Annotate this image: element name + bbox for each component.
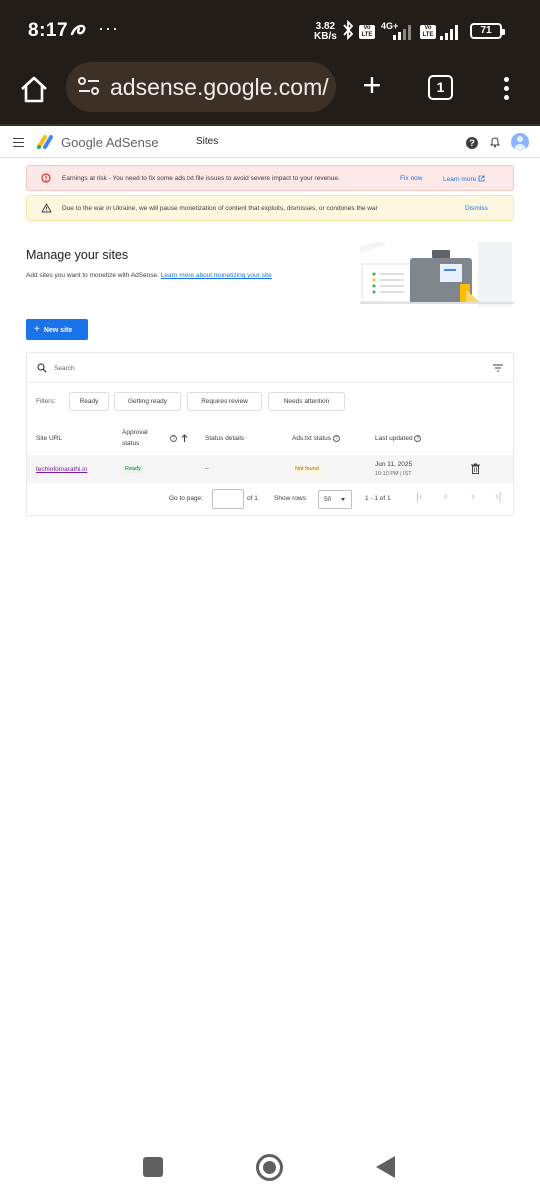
airtel-icon xyxy=(70,24,86,36)
range-label: 1 - 1 of 1 xyxy=(365,495,391,502)
last-page-icon[interactable]: ›| xyxy=(495,492,502,503)
browser-toolbar: adsense.google.com/ + 1 xyxy=(0,62,540,126)
clock: 8:17 xyxy=(28,20,69,41)
column-header-last-updated[interactable]: Last updated ? xyxy=(375,433,422,444)
site-settings-icon[interactable] xyxy=(78,76,100,96)
learn-more-link[interactable]: Learn more xyxy=(443,175,485,183)
last-updated-help-icon[interactable]: ? xyxy=(414,434,422,442)
network-speed: 3.82 KB/s xyxy=(314,22,337,42)
adsense-header: Google AdSense Sites ? xyxy=(0,128,540,158)
avatar[interactable] xyxy=(511,133,529,151)
learn-more-label: Learn more xyxy=(443,176,477,183)
search-input[interactable]: Search xyxy=(54,365,75,372)
page-title: Sites xyxy=(196,136,219,147)
volte-icon-2: Vo LTE xyxy=(420,25,436,39)
sites-illustration xyxy=(360,242,514,306)
overflow-notifications-icon: ··· xyxy=(98,18,119,38)
delete-icon[interactable] xyxy=(471,463,480,474)
external-link-icon xyxy=(478,175,485,182)
last-updated-date: Jun 11, 2025 xyxy=(375,461,413,468)
sort-ascending-icon[interactable] xyxy=(181,434,188,442)
help-icon[interactable]: ? xyxy=(466,137,478,149)
tab-count: 1 xyxy=(436,79,445,95)
fix-now-link[interactable]: Fix now xyxy=(400,175,422,182)
column-header-site-url[interactable]: Site URL xyxy=(36,433,62,444)
notifications-icon[interactable] xyxy=(490,136,500,148)
filter-chip-getting-ready[interactable]: Getting ready xyxy=(114,392,181,411)
show-rows-label: Show rows: xyxy=(274,495,308,502)
page-count: of 1 xyxy=(247,495,258,502)
back-button[interactable] xyxy=(376,1156,395,1178)
recent-apps-button[interactable] xyxy=(143,1157,163,1177)
brand-name: Google AdSense xyxy=(61,135,159,150)
home-icon[interactable] xyxy=(18,74,50,106)
section-description: Add sites you want to monetize with AdSe… xyxy=(26,272,272,279)
signal-icon-2 xyxy=(440,25,458,40)
rows-per-page-value: 50 xyxy=(324,496,332,503)
menu-icon[interactable] xyxy=(13,138,24,147)
dismiss-button[interactable]: Dismiss xyxy=(465,205,488,212)
table-row[interactable]: techinfomarathi.in Ready – Not found Jun… xyxy=(27,455,513,483)
search-icon xyxy=(37,363,47,373)
new-site-button[interactable]: + New site xyxy=(26,319,88,340)
signal-icon xyxy=(393,25,411,40)
column-header-ads-txt-status[interactable]: Ads.txt status ? xyxy=(292,433,340,444)
learn-more-monetizing-link[interactable]: Learn more about monetizing your site xyxy=(161,272,272,279)
ukraine-notice-banner: Due to the war in Ukraine, we will pause… xyxy=(26,195,514,221)
browser-menu-button[interactable] xyxy=(498,74,514,104)
ads-txt-help-icon[interactable]: ? xyxy=(332,434,340,442)
go-to-page-label: Go to page: xyxy=(169,495,203,502)
address-bar[interactable]: adsense.google.com/ xyxy=(66,62,336,112)
warning-icon xyxy=(41,203,52,213)
column-header-status-details[interactable]: Status details xyxy=(205,433,244,444)
site-url-link[interactable]: techinfomarathi.in xyxy=(36,466,87,473)
description-text: Add sites you want to monetize with AdSe… xyxy=(26,272,159,279)
last-updated-time: 10:10 PM | IST xyxy=(375,471,412,477)
sites-table: Search Filters: Ready Getting ready Requ… xyxy=(26,352,514,516)
tab-switcher-button[interactable]: 1 xyxy=(428,75,453,100)
section-title: Manage your sites xyxy=(26,248,129,262)
column-header-approval-status[interactable]: Approval status xyxy=(122,427,162,449)
first-page-icon[interactable]: |‹ xyxy=(416,492,423,503)
filter-icon[interactable] xyxy=(493,364,503,372)
status-details-cell: – xyxy=(205,465,209,472)
volte-icon: Vo LTE xyxy=(359,25,375,39)
filters-label: Filters: xyxy=(36,398,56,405)
bluetooth-icon xyxy=(343,20,354,40)
new-tab-button[interactable]: + xyxy=(356,69,388,102)
error-icon xyxy=(41,173,51,183)
new-site-label: New site xyxy=(43,327,73,334)
approval-help-icon[interactable]: ? xyxy=(170,433,177,444)
battery-icon: 71 xyxy=(470,23,505,39)
adsense-logo xyxy=(37,135,53,149)
filter-chip-ready[interactable]: Ready xyxy=(69,392,109,411)
warning-banner-text: Due to the war in Ukraine, we will pause… xyxy=(62,205,378,212)
approval-status-badge: Ready xyxy=(123,465,143,473)
error-banner-text: Earnings at risk - You need to fix some … xyxy=(62,175,340,182)
filter-chip-requires-review[interactable]: Requires review xyxy=(187,392,262,411)
battery-level: 71 xyxy=(480,25,492,36)
last-updated-label: Last updated xyxy=(375,435,413,442)
page-number-input[interactable] xyxy=(212,489,244,509)
ads-txt-status-badge: Not found xyxy=(293,465,321,473)
ads-txt-status-label: Ads.txt status xyxy=(292,435,332,442)
search-bar[interactable]: Search xyxy=(27,353,513,383)
status-bar: 8:17 ··· 3.82 KB/s Vo LTE 4G+ Vo LTE 71 xyxy=(0,0,540,62)
speed-unit: KB/s xyxy=(314,31,337,42)
rows-per-page-select[interactable]: 50 xyxy=(318,490,352,509)
previous-page-icon[interactable]: ‹ xyxy=(444,492,448,503)
filter-chip-needs-attention[interactable]: Needs attention xyxy=(268,392,345,411)
url-text: adsense.google.com/ xyxy=(110,74,329,100)
home-button[interactable] xyxy=(256,1154,283,1181)
ads-txt-error-banner: Earnings at risk - You need to fix some … xyxy=(26,165,514,191)
next-page-icon[interactable]: › xyxy=(471,492,475,503)
